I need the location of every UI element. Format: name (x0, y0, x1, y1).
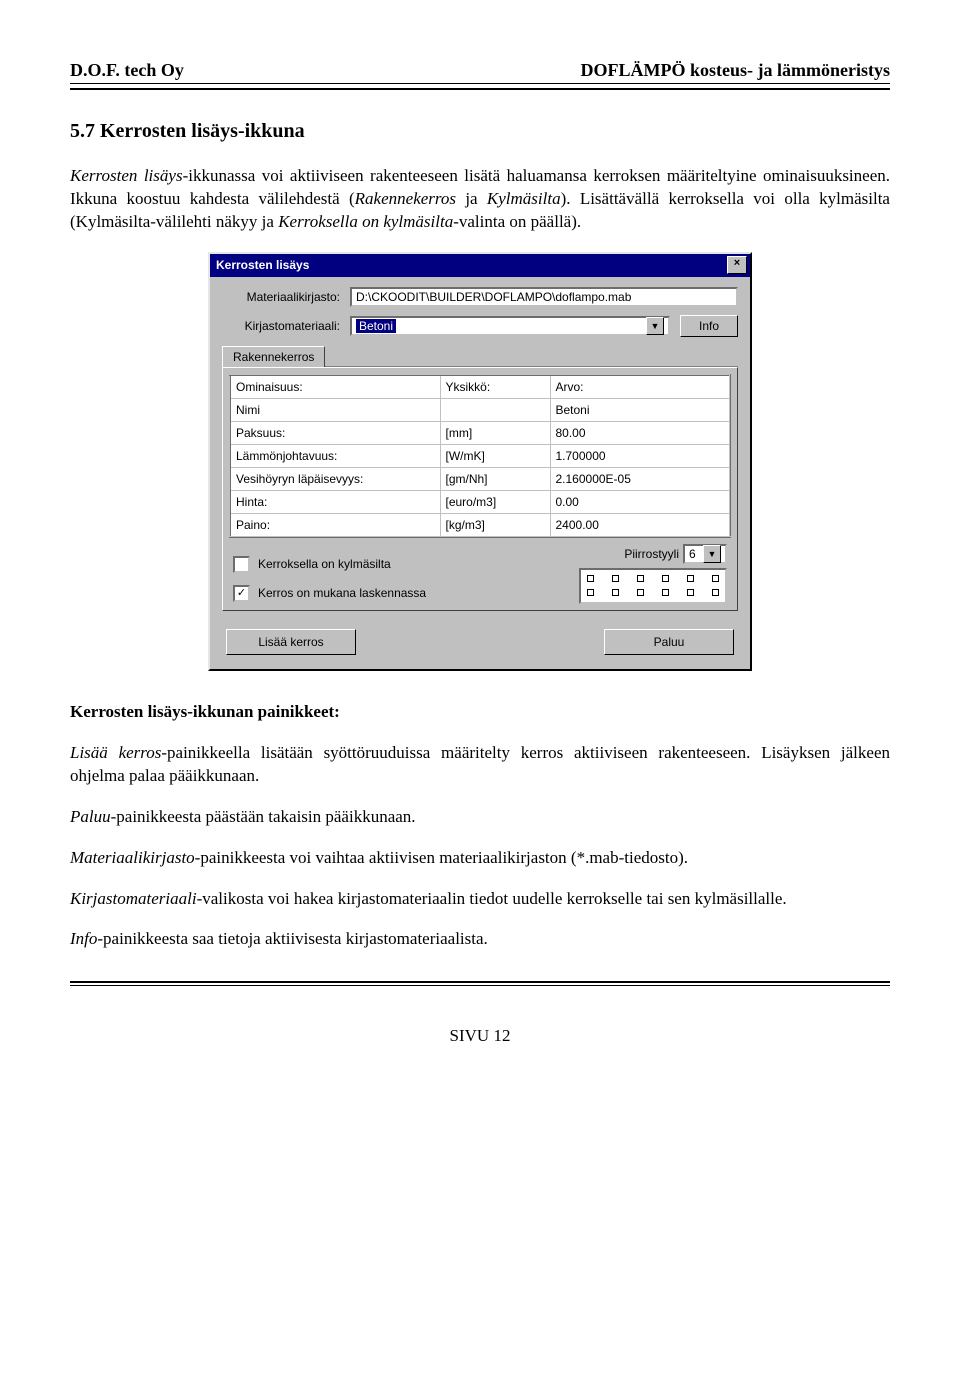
dialog-screenshot: Kerrosten lisäys × Materiaalikirjasto: D… (70, 252, 890, 671)
properties-table: Ominaisuus: Yksikkö: Arvo: NimiBetoni Pa… (229, 374, 731, 538)
col-ominaisuus: Ominaisuus: (230, 375, 440, 399)
pattern-preview (579, 568, 727, 604)
header-rule-thick (70, 88, 890, 90)
page-header: D.O.F. tech Oy DOFLÄMPÖ kosteus- ja lämm… (70, 60, 890, 81)
subheading: Kerrosten lisäys-ikkunan painikkeet: (70, 701, 890, 724)
label-kirjastomateriaali: Kirjastomateriaali: (222, 319, 350, 333)
info-button[interactable]: Info (680, 315, 738, 337)
kirjastomateriaali-select[interactable]: Betoni ▼ (350, 316, 670, 336)
label-materiaalikirjasto: Materiaalikirjasto: (222, 290, 350, 304)
footer-rule-thin (70, 985, 890, 986)
para-lisaa-kerros: Lisää kerros-painikkeella lisätään syött… (70, 742, 890, 788)
piirrostyyli-select[interactable]: 6 ▼ (683, 544, 727, 564)
add-layer-button[interactable]: Lisää kerros (226, 629, 356, 655)
table-header-row: Ominaisuus: Yksikkö: Arvo: (230, 375, 730, 399)
tab-strip: Rakennekerros (222, 345, 738, 367)
tab-panel: Ominaisuus: Yksikkö: Arvo: NimiBetoni Pa… (222, 367, 738, 611)
header-right: DOFLÄMPÖ kosteus- ja lämmöneristys (581, 60, 890, 81)
col-yksikko: Yksikkö: (440, 375, 550, 399)
para-paluu: Paluu-painikkeesta päästään takaisin pää… (70, 806, 890, 829)
back-button[interactable]: Paluu (604, 629, 734, 655)
section-title: 5.7 Kerrosten lisäys-ikkuna (70, 120, 890, 143)
tab-rakennekerros[interactable]: Rakennekerros (222, 346, 325, 367)
checkbox-row-laskennassa[interactable]: ✓ Kerros on mukana laskennassa (233, 585, 579, 602)
chevron-down-icon[interactable]: ▼ (703, 545, 721, 563)
close-icon[interactable]: × (727, 256, 747, 274)
col-arvo: Arvo: (550, 375, 730, 399)
table-row: Hinta:[euro/m3]0.00 (230, 490, 730, 513)
table-row: Vesihöyryn läpäisevyys:[gm/Nh]2.160000E-… (230, 467, 730, 490)
dialog-title: Kerrosten lisäys (216, 258, 309, 272)
table-row: Paino:[kg/m3]2400.00 (230, 513, 730, 537)
label-piirrostyyli: Piirrostyyli (624, 547, 679, 561)
para-kirjastomateriaali: Kirjastomateriaali-valikosta voi hakea k… (70, 888, 890, 911)
intro-paragraph: Kerrosten lisäys-ikkunassa voi aktiivise… (70, 165, 890, 234)
table-row: Lämmönjohtavuus:[W/mK]1.700000 (230, 444, 730, 467)
header-rule-thin (70, 83, 890, 84)
dialog-window: Kerrosten lisäys × Materiaalikirjasto: D… (208, 252, 752, 671)
checkbox-row-kylmasilta[interactable]: Kerroksella on kylmäsilta (233, 556, 579, 573)
page-footer: SIVU 12 (70, 1026, 890, 1046)
chevron-down-icon[interactable]: ▼ (646, 317, 664, 335)
checkbox-icon[interactable] (233, 556, 250, 573)
para-info: Info-painikkeesta saa tietoja aktiivises… (70, 928, 890, 951)
dialog-titlebar: Kerrosten lisäys × (210, 254, 750, 277)
materiaalikirjasto-input[interactable]: D:\CKOODIT\BUILDER\DOFLAMPO\doflampo.mab (350, 287, 738, 307)
footer-rule-thick (70, 981, 890, 983)
table-row: NimiBetoni (230, 398, 730, 421)
header-left: D.O.F. tech Oy (70, 60, 184, 81)
checkbox-icon[interactable]: ✓ (233, 585, 250, 602)
table-row: Paksuus:[mm]80.00 (230, 421, 730, 444)
para-materiaalikirjasto: Materiaalikirjasto-painikkeesta voi vaih… (70, 847, 890, 870)
